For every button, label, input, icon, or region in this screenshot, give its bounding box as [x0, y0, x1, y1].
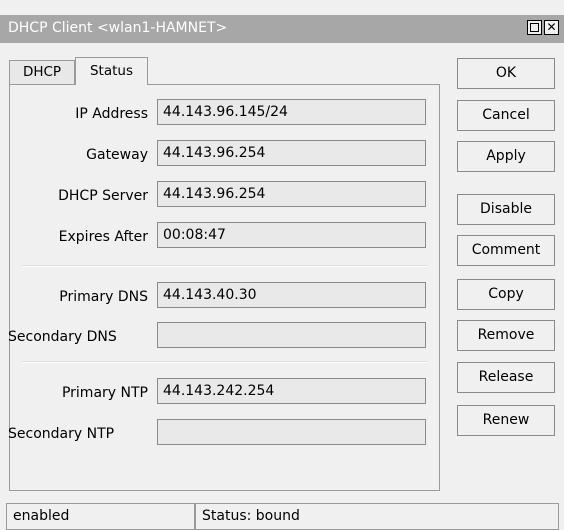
gateway-label: Gateway — [86, 147, 148, 163]
tab-dhcp[interactable]: DHCP — [9, 60, 75, 84]
renew-button[interactable]: Renew — [457, 405, 555, 436]
comment-button[interactable]: Comment — [457, 235, 555, 266]
secondary-ntp-label: Secondary NTP — [8, 426, 115, 442]
cancel-button[interactable]: Cancel — [457, 100, 555, 131]
primary-dns-field[interactable]: 44.143.40.30 — [157, 282, 426, 308]
dhcp-client-window: DHCP Client <wlan1-HAMNET> ✕ DHCP Status… — [0, 0, 564, 530]
separator — [22, 361, 427, 363]
window-title: DHCP Client <wlan1-HAMNET> — [8, 20, 228, 36]
disable-button[interactable]: Disable — [457, 194, 555, 225]
secondary-ntp-field[interactable] — [157, 419, 426, 445]
primary-ntp-label: Primary NTP — [61, 385, 148, 401]
remove-button[interactable]: Remove — [457, 320, 555, 351]
primary-dns-label: Primary DNS — [59, 289, 148, 305]
secondary-dns-field[interactable] — [157, 322, 426, 348]
ok-button[interactable]: OK — [457, 58, 555, 89]
release-button[interactable]: Release — [457, 362, 555, 393]
tab-status[interactable]: Status — [75, 57, 148, 85]
gateway-field[interactable]: 44.143.96.254 — [157, 140, 426, 166]
secondary-dns-label: Secondary DNS — [8, 329, 117, 345]
expires-after-label: Expires After — [58, 229, 148, 245]
maximize-icon[interactable] — [527, 20, 542, 35]
copy-button[interactable]: Copy — [457, 279, 555, 310]
ip-address-label: IP Address — [75, 106, 148, 122]
expires-after-field[interactable]: 00:08:47 — [157, 222, 426, 248]
apply-button[interactable]: Apply — [457, 141, 555, 172]
title-bar[interactable]: DHCP Client <wlan1-HAMNET> ✕ — [0, 15, 564, 43]
primary-ntp-field[interactable]: 44.143.242.254 — [157, 378, 426, 404]
close-icon[interactable]: ✕ — [544, 20, 559, 35]
status-bound: Status: bound — [195, 503, 559, 530]
dhcp-server-field[interactable]: 44.143.96.254 — [157, 181, 426, 207]
status-enabled: enabled — [6, 503, 195, 530]
ip-address-field[interactable]: 44.143.96.145/24 — [157, 99, 426, 125]
separator — [22, 265, 427, 267]
dhcp-server-label: DHCP Server — [58, 188, 148, 204]
